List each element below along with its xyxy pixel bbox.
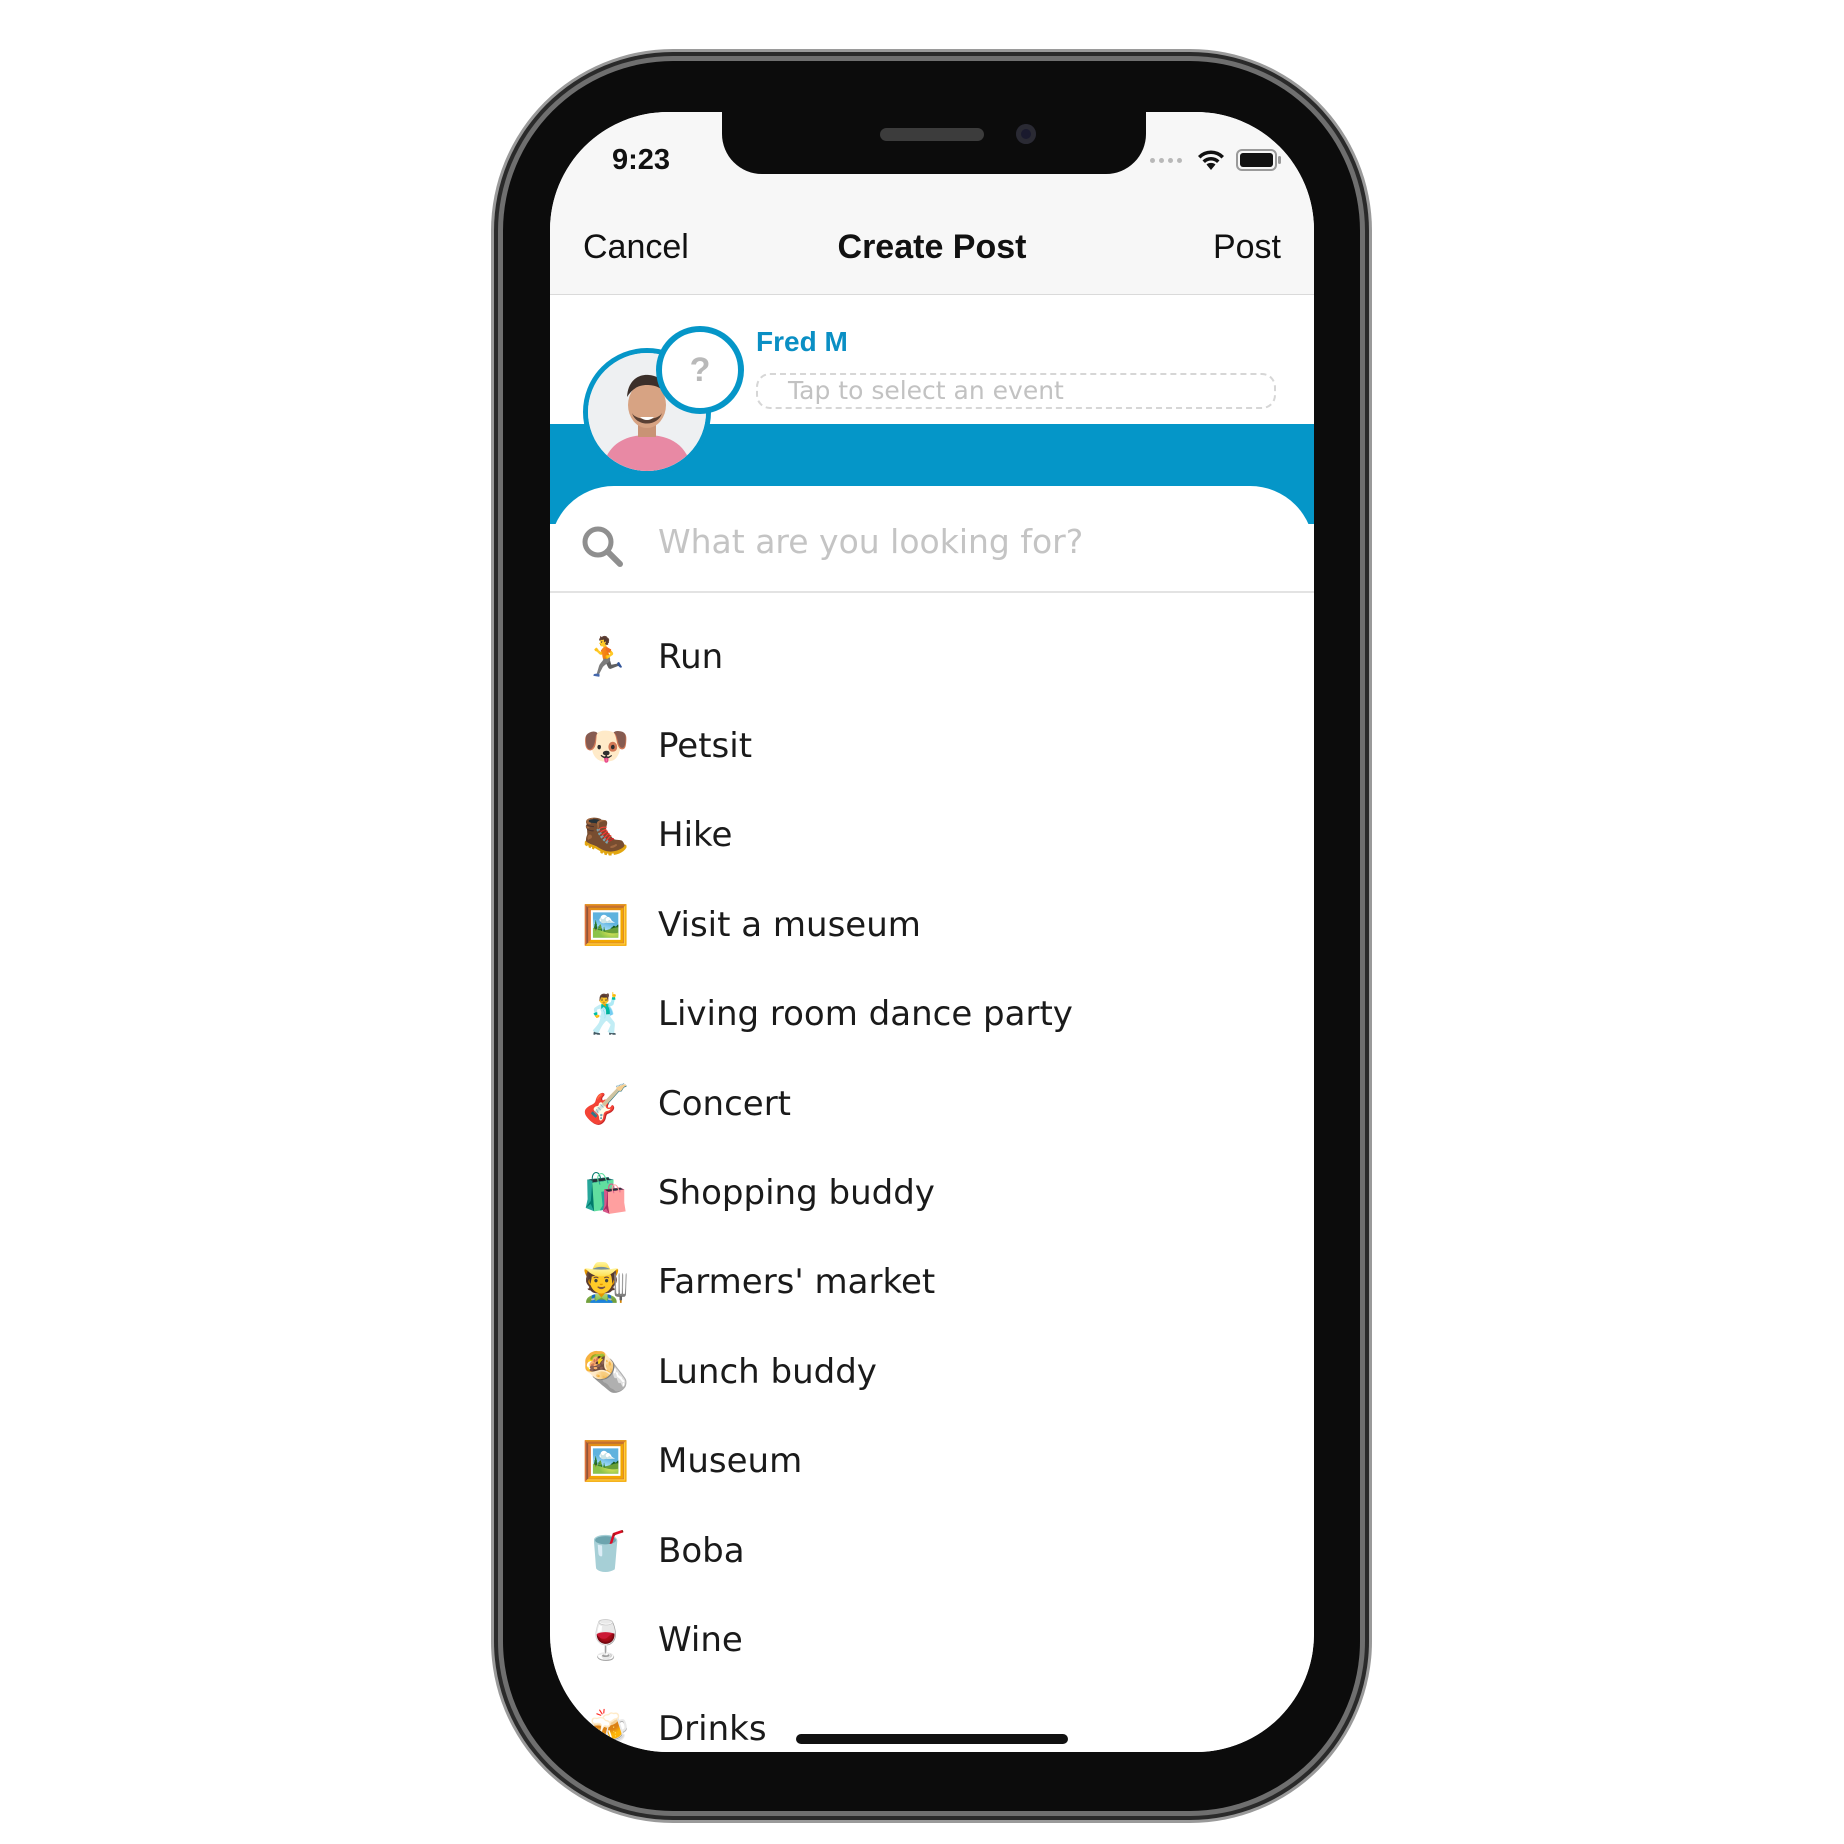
activity-item-shopping-buddy[interactable]: 🛍️ Shopping buddy [550,1148,1314,1237]
post-button[interactable]: Post [1213,228,1281,267]
front-camera [1016,124,1036,144]
activity-label: Wine [658,1619,743,1660]
dog-face-icon: 🐶 [582,724,630,769]
status-indicators [1150,148,1282,172]
activity-label: Shopping buddy [658,1173,935,1214]
activity-list: 🏃 Run 🐶 Petsit 🥾 Hike 🖼️ Visit a museum … [550,612,1314,1752]
burrito-icon: 🌯 [582,1349,630,1394]
activity-label: Drinks [658,1709,767,1750]
wine-glass-icon: 🍷 [582,1617,630,1662]
notch [722,112,1146,174]
page-title: Create Post [837,228,1027,266]
status-time: 9:23 [612,144,671,176]
runner-icon: 🏃 [582,634,630,679]
volume-up-button [494,418,501,536]
activity-item-wine[interactable]: 🍷 Wine [550,1595,1314,1684]
activity-item-farmers-market[interactable]: 🧑‍🌾 Farmers' market [550,1238,1314,1327]
activity-label: Petsit [658,726,753,767]
activity-item-visit-a-museum[interactable]: 🖼️ Visit a museum [550,880,1314,969]
home-indicator[interactable] [796,1734,1068,1744]
framed-picture-icon: 🖼️ [582,902,630,947]
activity-label: Concert [658,1083,792,1124]
cellular-signal-icon [1150,157,1182,163]
activity-item-run[interactable]: 🏃 Run [550,612,1314,701]
activity-label: Boba [658,1530,745,1571]
search-bar [550,486,1314,593]
hiking-boot-icon: 🥾 [582,813,630,858]
search-icon [582,526,623,567]
activity-picker-card: 🏃 Run 🐶 Petsit 🥾 Hike 🖼️ Visit a museum … [550,486,1314,1752]
activity-item-petsit[interactable]: 🐶 Petsit [550,701,1314,790]
volume-down-button [494,570,501,688]
user-name: Fred M [756,326,848,357]
earpiece-speaker [880,128,984,141]
farmer-icon: 🧑‍🌾 [582,1260,630,1305]
activity-item-living-room-dance-party[interactable]: 🕺 Living room dance party [550,970,1314,1059]
beer-mugs-icon: 🍻 [582,1707,630,1752]
framed-picture-icon: 🖼️ [582,1439,630,1484]
event-placeholder-bubble[interactable]: ? [656,326,744,414]
activity-item-hike[interactable]: 🥾 Hike [550,791,1314,880]
mute-switch [494,292,501,352]
activity-label: Living room dance party [658,994,1073,1035]
wifi-icon [1198,150,1224,170]
activity-label: Hike [658,815,733,856]
battery-icon [1236,149,1281,171]
activity-item-concert[interactable]: 🎸 Concert [550,1059,1314,1148]
activity-label: Run [658,636,724,677]
phone-screen: 9:23 Cancel Create Post Post ? Fred M Ta… [550,112,1314,1752]
activity-item-museum[interactable]: 🖼️ Museum [550,1417,1314,1506]
activity-label: Lunch buddy [658,1351,877,1392]
activity-label: Farmers' market [658,1262,936,1303]
activity-item-boba[interactable]: 🥤 Boba [550,1506,1314,1595]
search-input[interactable] [656,510,1280,572]
dancer-icon: 🕺 [582,992,630,1037]
activity-label: Museum [658,1441,803,1482]
event-selector[interactable]: Tap to select an event [756,373,1276,409]
cup-with-straw-icon: 🥤 [582,1528,630,1573]
activity-label: Visit a museum [658,904,921,945]
guitar-icon: 🎸 [582,1081,630,1126]
activity-item-lunch-buddy[interactable]: 🌯 Lunch buddy [550,1327,1314,1416]
power-button [1362,460,1369,650]
shopping-bags-icon: 🛍️ [582,1171,630,1216]
